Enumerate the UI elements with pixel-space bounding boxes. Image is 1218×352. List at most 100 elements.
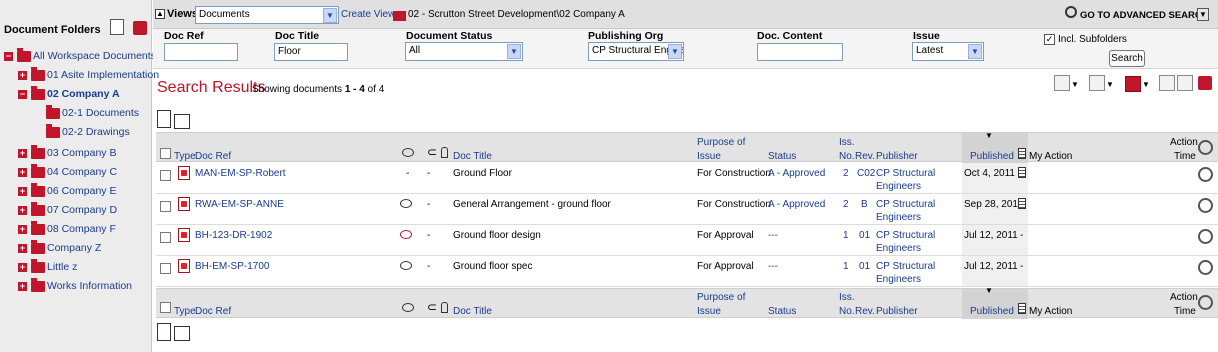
doc-ref-link[interactable]: MAN-EM-SP-Robert <box>195 168 286 179</box>
col-status[interactable]: Status <box>768 151 796 162</box>
table-row[interactable] <box>156 163 1218 194</box>
workflow-icon[interactable] <box>1198 198 1213 213</box>
workflow-icon[interactable] <box>1198 295 1213 310</box>
table-row[interactable] <box>156 194 1218 225</box>
chevron-down-icon[interactable]: ▼ <box>968 44 982 59</box>
col-iss-line2[interactable]: No. <box>839 306 855 317</box>
doc-title-input[interactable]: Floor <box>274 43 348 61</box>
tree-item-08-company-f[interactable]: + 08 Company F <box>18 220 116 237</box>
document-icon[interactable] <box>1018 167 1026 178</box>
chevron-down-icon[interactable]: ▼ <box>323 8 337 23</box>
tree-item-label[interactable]: 07 Company D <box>47 204 117 216</box>
issue-number[interactable]: 2 <box>843 168 849 179</box>
publisher-line2[interactable]: Engineers <box>876 243 921 254</box>
tree-item-label[interactable]: Works Information <box>47 280 132 292</box>
expand-icon[interactable]: + <box>18 167 27 177</box>
revision[interactable]: C02 <box>857 168 875 179</box>
col-purpose-line2[interactable]: Issue <box>697 151 721 162</box>
document-icon[interactable] <box>1018 198 1026 209</box>
issue-number[interactable]: 1 <box>843 230 849 241</box>
tree-item-01-asite[interactable]: + 01 Asite Implementation <box>18 66 159 83</box>
edit-icon[interactable] <box>1089 75 1105 91</box>
tree-item-label[interactable]: Little z <box>47 261 77 273</box>
publisher-line1[interactable]: CP Structural <box>876 230 935 241</box>
new-document-icon[interactable] <box>110 19 124 35</box>
tree-item-works-information[interactable]: + Works Information <box>18 277 132 294</box>
expand-icon[interactable]: + <box>18 205 27 215</box>
col-iss-line1[interactable]: Iss. <box>839 137 855 148</box>
issue-number[interactable]: 2 <box>843 199 849 210</box>
search-icon[interactable] <box>1065 6 1077 18</box>
tree-item-all-workspace[interactable]: − All Workspace Documents <box>4 47 156 64</box>
tree-item-label[interactable]: 06 Company E <box>47 185 116 197</box>
batch-icon[interactable] <box>174 326 190 341</box>
incl-subfolders-checkbox[interactable]: ✓ <box>1044 34 1055 45</box>
row-checkbox[interactable] <box>160 263 171 274</box>
tree-item-label[interactable]: 02 Company A <box>47 88 120 100</box>
revision[interactable]: B <box>861 199 868 210</box>
expand-icon[interactable]: + <box>18 148 27 158</box>
pdf-icon[interactable] <box>178 228 190 242</box>
upload-icon[interactable] <box>157 323 171 341</box>
tree-item-02-2-drawings[interactable]: 02-2 Drawings <box>46 123 130 140</box>
doc-ref-link[interactable]: BH-EM-SP-1700 <box>195 261 269 272</box>
col-purpose-line1[interactable]: Purpose of <box>697 292 745 303</box>
row-checkbox[interactable] <box>160 201 171 212</box>
tree-item-label[interactable]: 01 Asite Implementation <box>47 69 159 81</box>
col-published[interactable]: Published <box>970 151 1014 162</box>
issue-select[interactable]: Latest ▼ <box>912 42 984 61</box>
doc-ref-link[interactable]: BH-123-DR-1902 <box>195 230 272 241</box>
tree-item-07-company-d[interactable]: + 07 Company D <box>18 201 117 218</box>
doc-ref-input[interactable] <box>164 43 238 61</box>
print-icon[interactable] <box>133 21 147 35</box>
tree-item-company-z[interactable]: + Company Z <box>18 239 101 256</box>
chevron-down-icon[interactable]: ▼ <box>1106 80 1114 89</box>
tree-item-label[interactable]: 02-1 Documents <box>62 107 139 119</box>
col-type[interactable]: Type <box>174 306 196 317</box>
col-publisher[interactable]: Publisher <box>876 151 918 162</box>
doc-content-input[interactable] <box>757 43 843 61</box>
publisher-line2[interactable]: Engineers <box>876 274 921 285</box>
tree-item-label[interactable]: 08 Company F <box>47 223 116 235</box>
chevron-down-icon[interactable]: ▼ <box>507 44 521 59</box>
upload-icon[interactable] <box>157 110 171 128</box>
col-purpose-line1[interactable]: Purpose of <box>697 137 745 148</box>
row-checkbox[interactable] <box>160 170 171 181</box>
col-published[interactable]: Published <box>970 306 1014 317</box>
tree-item-label[interactable]: 02-2 Drawings <box>62 126 130 138</box>
tree-item-03-company-b[interactable]: + 03 Company B <box>18 144 116 161</box>
pdf-icon[interactable] <box>178 197 190 211</box>
comment-icon[interactable] <box>400 199 412 208</box>
folder-action-icon[interactable] <box>1125 76 1141 92</box>
tree-item-label[interactable]: 03 Company B <box>47 147 116 159</box>
status-link[interactable]: A - Approved <box>768 168 825 179</box>
chevron-down-icon[interactable]: ▼ <box>1142 80 1150 89</box>
workflow-icon[interactable] <box>1198 140 1213 155</box>
doc-ref-link[interactable]: RWA-EM-SP-ANNE <box>195 199 284 210</box>
col-rev[interactable]: Rev. <box>855 151 875 162</box>
col-iss-line2[interactable]: No. <box>839 151 855 162</box>
create-view-link[interactable]: Create View <box>341 9 395 20</box>
select-all-checkbox[interactable] <box>160 302 171 313</box>
comment-icon[interactable] <box>400 261 412 270</box>
tree-item-06-company-e[interactable]: + 06 Company E <box>18 182 116 199</box>
tree-item-little-z[interactable]: + Little z <box>18 258 77 275</box>
advanced-search-link[interactable]: GO TO ADVANCED SEARCH <box>1080 10 1209 21</box>
pdf-icon[interactable] <box>178 259 190 273</box>
status-link[interactable]: A - Approved <box>768 199 825 210</box>
expand-icon[interactable]: + <box>18 243 27 253</box>
expand-icon[interactable]: + <box>18 186 27 196</box>
workflow-icon[interactable] <box>1198 167 1213 182</box>
pdf-icon[interactable] <box>178 166 190 180</box>
issue-number[interactable]: 1 <box>843 261 849 272</box>
publisher-line2[interactable]: Engineers <box>876 212 921 223</box>
tree-item-label[interactable]: All Workspace Documents <box>33 50 156 62</box>
add-document-icon[interactable] <box>1054 75 1070 91</box>
tree-item-label[interactable]: 04 Company C <box>47 166 117 178</box>
search-button[interactable]: Search <box>1109 50 1145 67</box>
print-icon[interactable] <box>1198 76 1212 90</box>
table-row[interactable] <box>156 256 1218 287</box>
views-select[interactable]: Documents ▼ <box>195 6 339 24</box>
col-status[interactable]: Status <box>768 306 796 317</box>
revision[interactable]: 01 <box>859 261 870 272</box>
